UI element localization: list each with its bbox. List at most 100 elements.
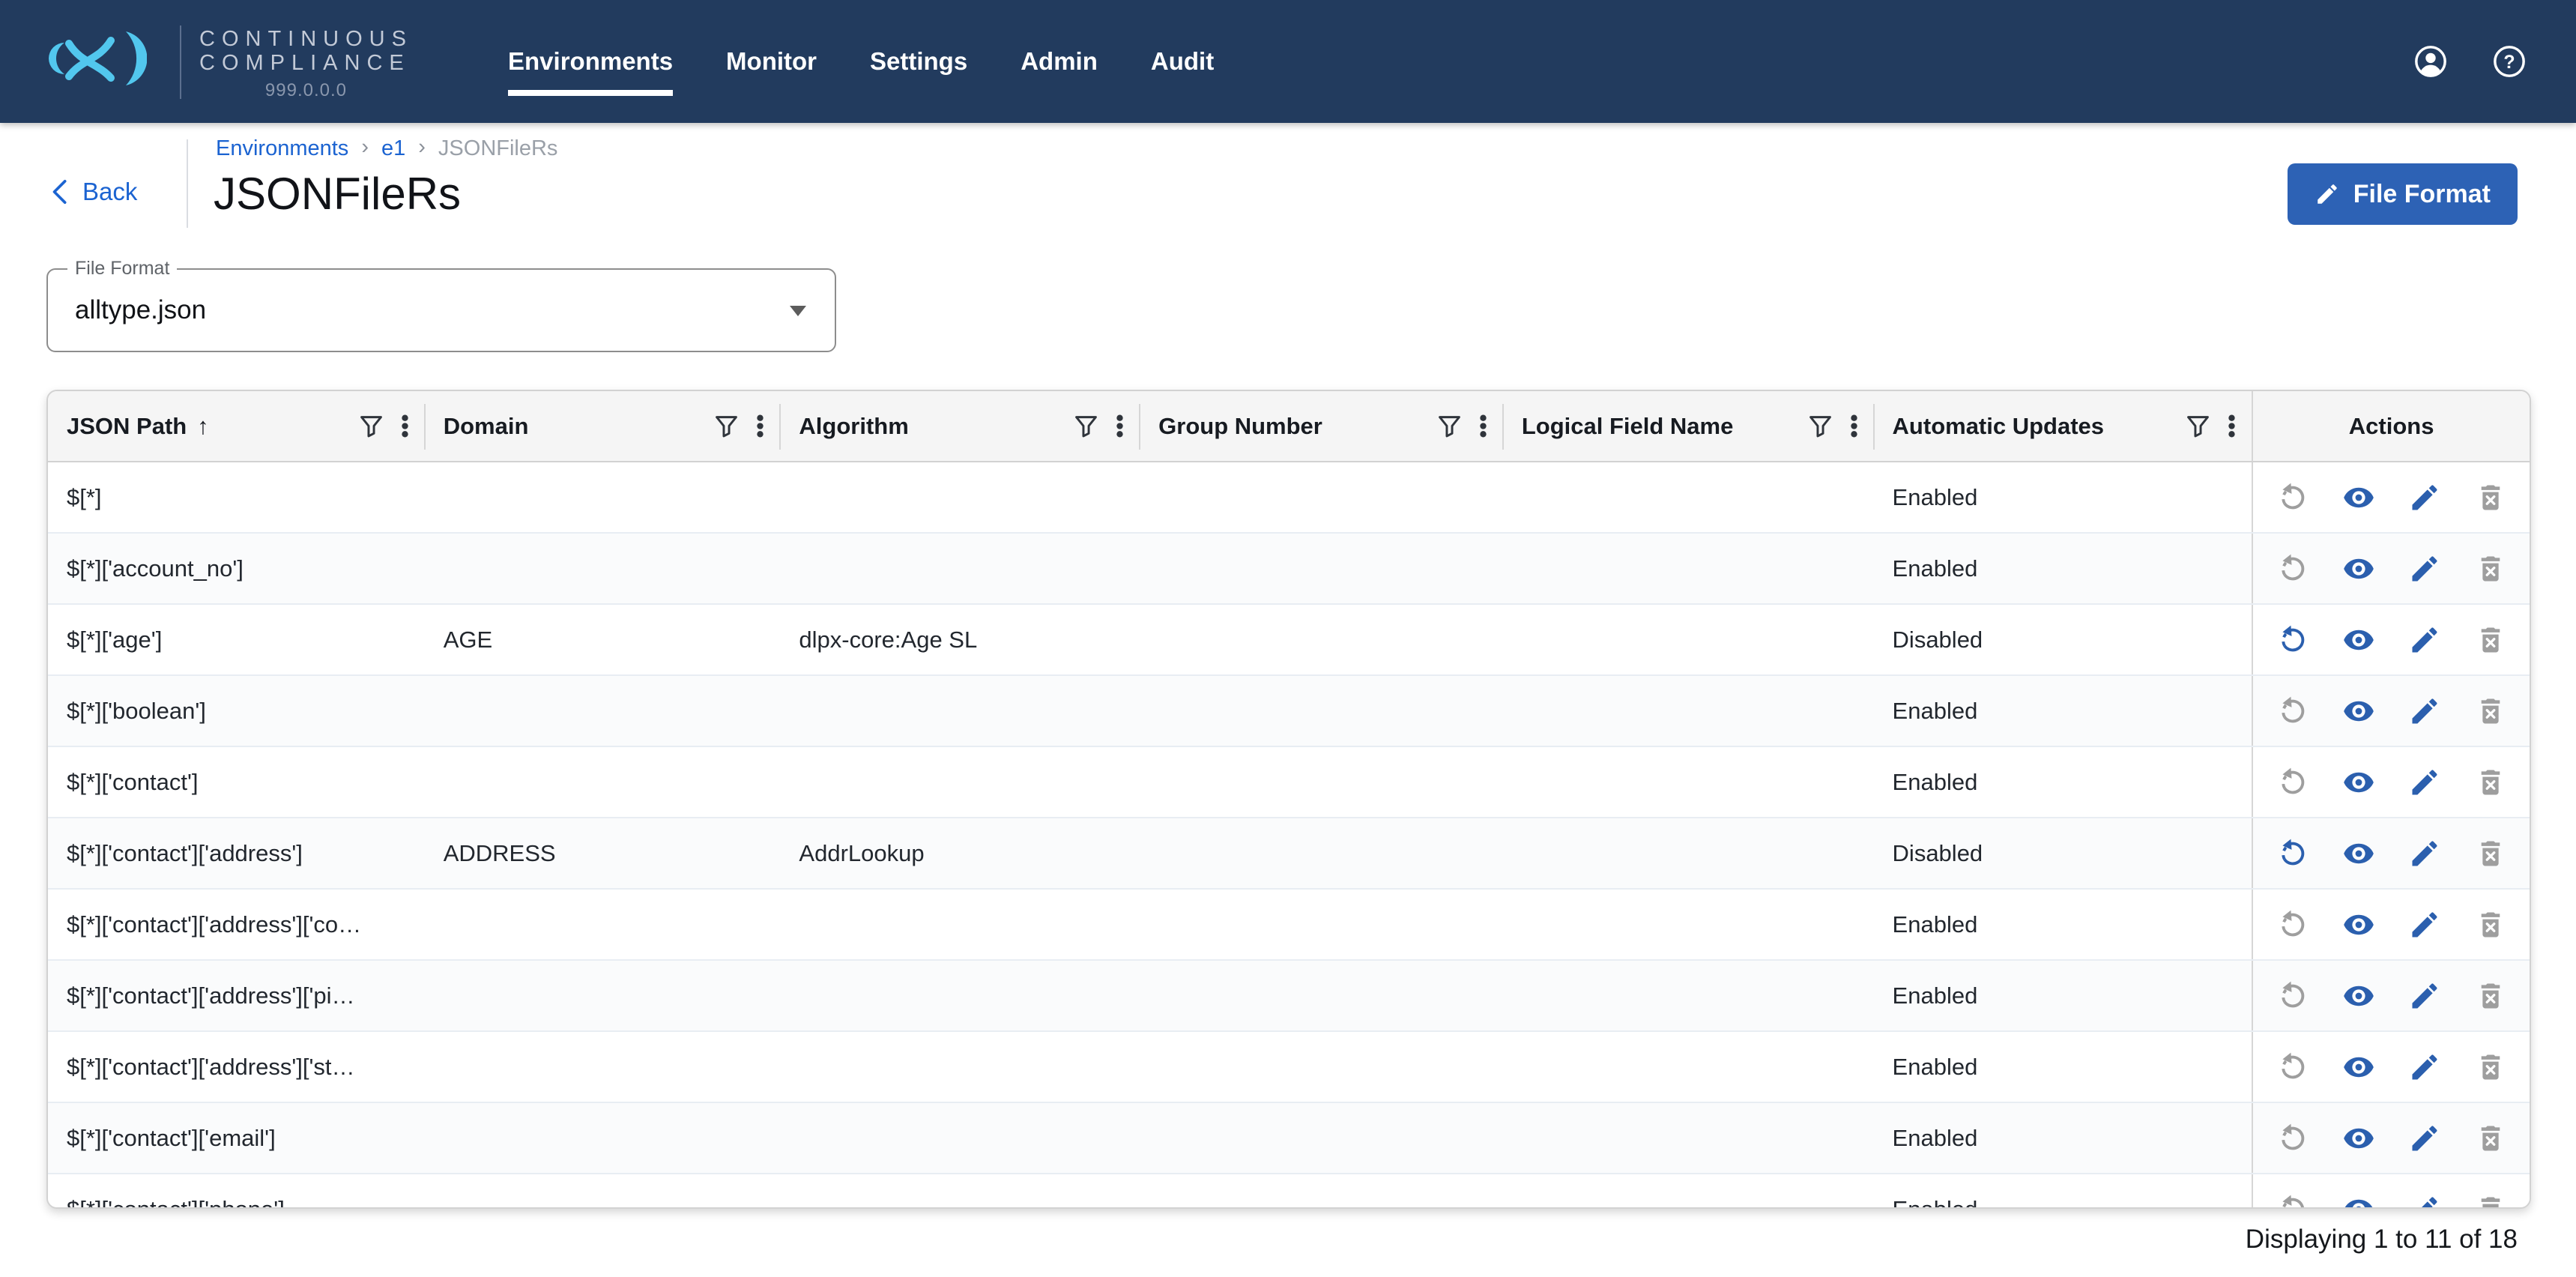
breadcrumb-item-environments[interactable]: Environments <box>216 136 348 161</box>
brand-divider <box>180 25 181 99</box>
cell-json-path: $[*]['contact'] <box>48 747 425 817</box>
column-menu-icon[interactable] <box>2218 412 2246 440</box>
column-header-domain[interactable]: Domain <box>425 391 781 461</box>
delete-button[interactable] <box>2474 1122 2507 1155</box>
account-icon[interactable] <box>2413 44 2448 79</box>
cell-logical-field-name <box>1503 605 1874 674</box>
preview-button[interactable] <box>2342 979 2375 1012</box>
delete-button[interactable] <box>2474 766 2507 799</box>
delete-button[interactable] <box>2474 1193 2507 1210</box>
refresh-reset-button[interactable] <box>2276 695 2309 728</box>
refresh-reset-button[interactable] <box>2276 908 2309 941</box>
delete-button[interactable] <box>2474 1051 2507 1084</box>
back-label: Back <box>82 178 137 206</box>
preview-button[interactable] <box>2342 1193 2375 1210</box>
nav-tab-audit[interactable]: Audit <box>1151 47 1214 76</box>
preview-button[interactable] <box>2342 552 2375 585</box>
refresh-reset-button[interactable] <box>2276 1193 2309 1210</box>
edit-button[interactable] <box>2408 979 2441 1012</box>
column-menu-icon[interactable] <box>1840 412 1868 440</box>
cell-domain <box>425 961 781 1030</box>
column-header-json-path[interactable]: JSON Path↑ <box>48 391 425 461</box>
pencil-icon <box>2408 979 2441 1012</box>
edit-button[interactable] <box>2408 624 2441 656</box>
refresh-reset-button[interactable] <box>2276 837 2309 870</box>
navbar-actions: ? <box>2413 0 2527 123</box>
column-header-group-number[interactable]: Group Number <box>1140 391 1503 461</box>
preview-button[interactable] <box>2342 624 2375 656</box>
refresh-reset-button[interactable] <box>2276 624 2309 656</box>
help-icon[interactable]: ? <box>2492 44 2527 79</box>
sort-ascending-icon[interactable]: ↑ <box>197 413 209 440</box>
delete-button[interactable] <box>2474 695 2507 728</box>
edit-button[interactable] <box>2408 837 2441 870</box>
edit-button[interactable] <box>2408 552 2441 585</box>
breadcrumb-chevron-icon: › <box>361 135 369 160</box>
eye-icon <box>2342 624 2375 656</box>
cell-json-path: $[*]['account_no'] <box>48 534 425 603</box>
edit-button[interactable] <box>2408 481 2441 514</box>
cell-logical-field-name <box>1503 890 1874 959</box>
edit-button[interactable] <box>2408 695 2441 728</box>
brand: CONTINUOUS COMPLIANCE 999.0.0.0 <box>199 27 413 103</box>
nav-tab-monitor[interactable]: Monitor <box>726 47 817 76</box>
delete-button[interactable] <box>2474 481 2507 514</box>
filter-icon[interactable] <box>2184 412 2212 440</box>
refresh-icon <box>2276 979 2309 1012</box>
trash-icon <box>2474 837 2507 870</box>
edit-button[interactable] <box>2408 766 2441 799</box>
column-menu-icon[interactable] <box>391 412 419 440</box>
filter-icon[interactable] <box>357 412 385 440</box>
file-format-button[interactable]: File Format <box>2288 163 2518 225</box>
column-menu-icon[interactable] <box>1106 412 1134 440</box>
edit-button[interactable] <box>2408 1193 2441 1210</box>
column-header-actions[interactable]: Actions <box>2252 391 2530 461</box>
refresh-reset-button[interactable] <box>2276 766 2309 799</box>
preview-button[interactable] <box>2342 837 2375 870</box>
trash-icon <box>2474 481 2507 514</box>
refresh-reset-button[interactable] <box>2276 552 2309 585</box>
delete-button[interactable] <box>2474 908 2507 941</box>
preview-button[interactable] <box>2342 766 2375 799</box>
refresh-reset-button[interactable] <box>2276 1051 2309 1084</box>
column-header-algorithm[interactable]: Algorithm <box>780 391 1140 461</box>
column-header-logical-field-name[interactable]: Logical Field Name <box>1503 391 1874 461</box>
trash-icon <box>2474 908 2507 941</box>
delete-button[interactable] <box>2474 624 2507 656</box>
refresh-reset-button[interactable] <box>2276 979 2309 1012</box>
breadcrumb-item-e1[interactable]: e1 <box>381 136 405 161</box>
cell-actions <box>2252 462 2530 532</box>
nav-tab-environments[interactable]: Environments <box>508 47 673 76</box>
column-menu-icon[interactable] <box>746 412 774 440</box>
edit-button[interactable] <box>2408 908 2441 941</box>
column-menu-icon[interactable] <box>1469 412 1497 440</box>
preview-button[interactable] <box>2342 1122 2375 1155</box>
filter-icon[interactable] <box>1806 412 1834 440</box>
eye-icon <box>2342 908 2375 941</box>
delete-button[interactable] <box>2474 979 2507 1012</box>
cell-domain <box>425 890 781 959</box>
edit-button[interactable] <box>2408 1051 2441 1084</box>
cell-automatic-updates: Disabled <box>1874 818 2252 888</box>
delete-button[interactable] <box>2474 552 2507 585</box>
filter-icon[interactable] <box>1436 412 1463 440</box>
pencil-icon <box>2408 837 2441 870</box>
refresh-reset-button[interactable] <box>2276 481 2309 514</box>
eye-icon <box>2342 1193 2375 1210</box>
file-format-select[interactable]: File Format alltype.json <box>46 268 836 352</box>
delete-button[interactable] <box>2474 837 2507 870</box>
eye-icon <box>2342 837 2375 870</box>
preview-button[interactable] <box>2342 908 2375 941</box>
filter-icon[interactable] <box>713 412 740 440</box>
nav-tab-settings[interactable]: Settings <box>870 47 967 76</box>
edit-button[interactable] <box>2408 1122 2441 1155</box>
preview-button[interactable] <box>2342 1051 2375 1084</box>
refresh-reset-button[interactable] <box>2276 1122 2309 1155</box>
nav-tab-admin[interactable]: Admin <box>1021 47 1098 76</box>
pencil-icon <box>2408 766 2441 799</box>
preview-button[interactable] <box>2342 695 2375 728</box>
back-button[interactable]: Back <box>48 177 137 207</box>
column-header-automatic-updates[interactable]: Automatic Updates <box>1874 391 2252 461</box>
filter-icon[interactable] <box>1072 412 1100 440</box>
preview-button[interactable] <box>2342 481 2375 514</box>
